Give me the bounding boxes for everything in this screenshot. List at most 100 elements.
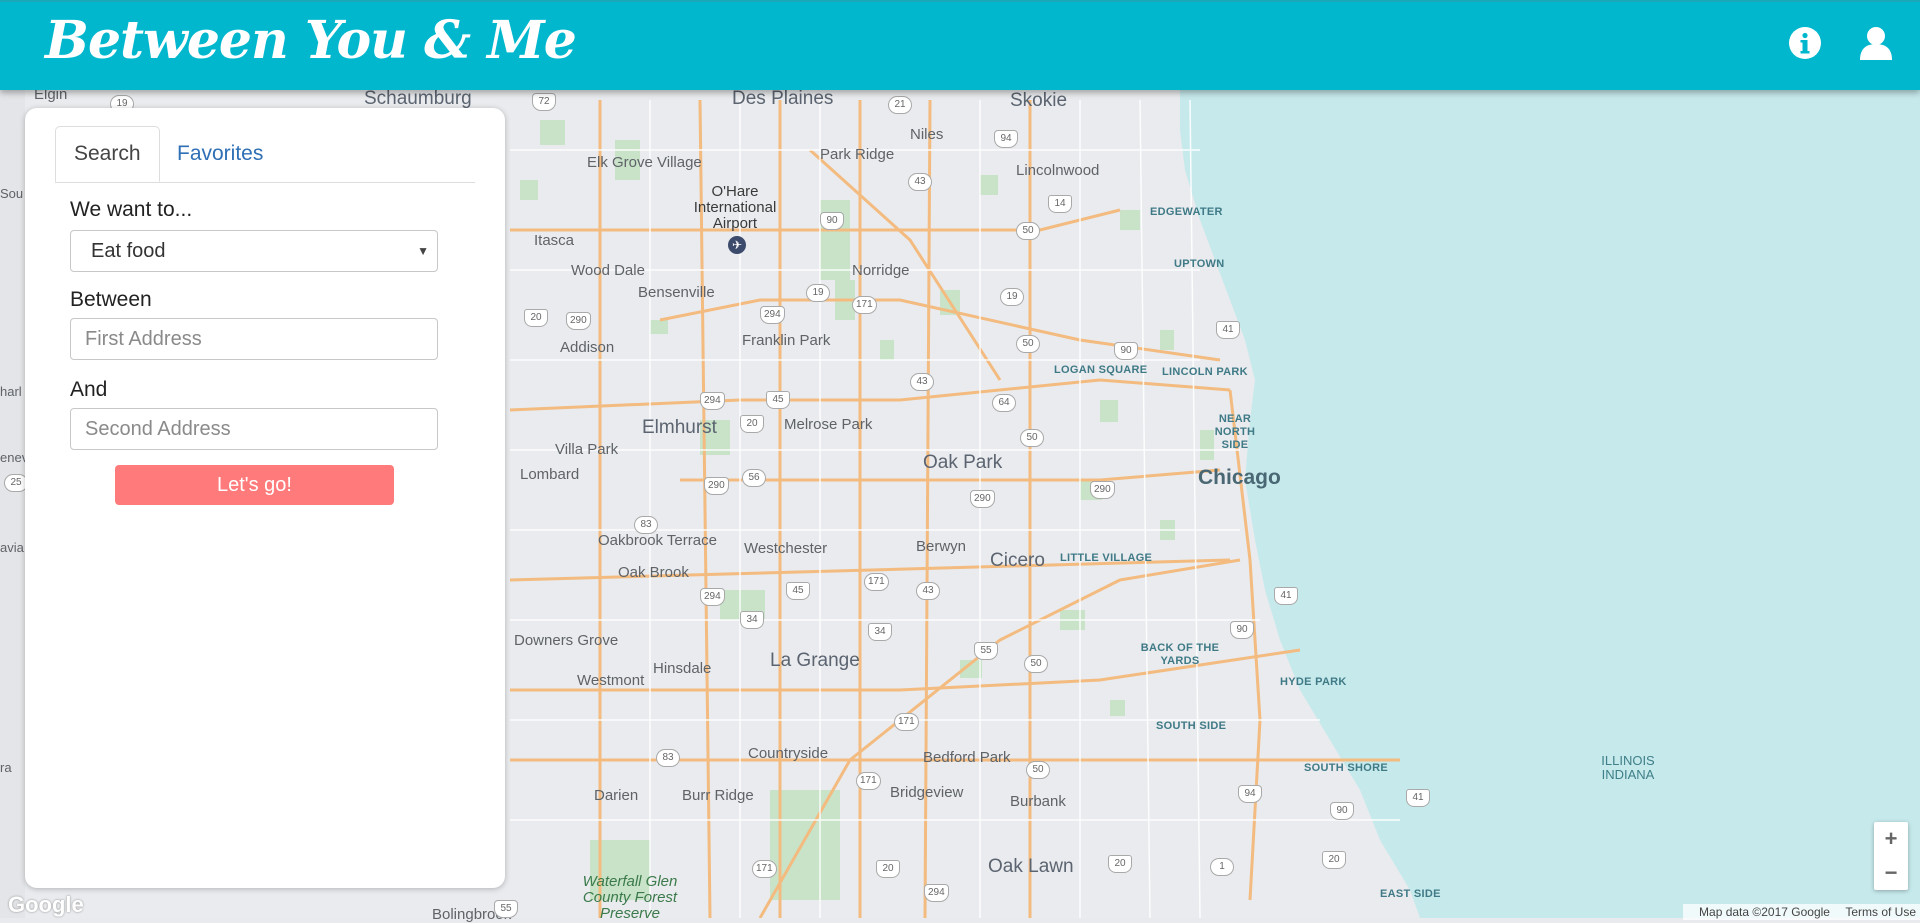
user-icon[interactable] xyxy=(1857,24,1895,62)
route-shield: 171 xyxy=(852,296,877,314)
route-shield: 94 xyxy=(1238,785,1262,803)
route-shield: 20 xyxy=(1108,855,1132,873)
place-label: Westchester xyxy=(744,540,828,557)
info-circle-icon[interactable] xyxy=(1786,24,1824,62)
route-shield: 55 xyxy=(974,642,998,660)
place-label-partial: harl xyxy=(0,384,22,399)
district-label: EAST SIDE xyxy=(1380,888,1441,900)
place-label: Westmont xyxy=(577,672,645,689)
route-shield: 20 xyxy=(876,860,900,878)
place-label: Norridge xyxy=(852,262,910,279)
route-shield: 50 xyxy=(1020,429,1044,447)
place-label: Hinsdale xyxy=(653,660,712,677)
chevron-down-icon: ▼ xyxy=(417,244,429,258)
search-panel: Search Favorites We want to... Eat food … xyxy=(25,108,505,888)
route-shield: 50 xyxy=(1016,335,1040,353)
tab-favorites[interactable]: Favorites xyxy=(159,126,281,182)
zoom-in-button[interactable]: + xyxy=(1874,822,1908,856)
place-label-partial: avia xyxy=(0,540,24,555)
terms-link[interactable]: Terms of Use xyxy=(1845,905,1916,919)
place-label-partial: Sou xyxy=(0,186,24,201)
second-address-input[interactable] xyxy=(70,408,438,450)
place-label: Villa Park xyxy=(555,441,619,458)
route-shield: 50 xyxy=(1026,761,1050,779)
activity-select-value: Eat food xyxy=(91,240,166,262)
place-label: La Grange xyxy=(770,650,860,671)
place-label: Bensenville xyxy=(638,284,715,301)
place-label: Lombard xyxy=(520,466,580,483)
route-shield: 34 xyxy=(740,611,764,629)
route-shield: 171 xyxy=(864,573,889,591)
route-shield: 50 xyxy=(1016,222,1040,240)
place-label: Wood Dale xyxy=(571,262,645,279)
district-label: HYDE PARK xyxy=(1280,676,1347,688)
place-label: Franklin Park xyxy=(742,332,831,349)
between-label: Between xyxy=(70,288,152,311)
place-label: Countryside xyxy=(748,745,829,762)
place-label: Park Ridge xyxy=(820,146,895,163)
place-label: Itasca xyxy=(534,232,575,249)
route-shield: 294 xyxy=(700,392,725,410)
route-shield: 171 xyxy=(894,713,919,731)
route-shield: 43 xyxy=(916,582,940,600)
google-logo: Google xyxy=(8,892,84,917)
route-shield: 19 xyxy=(1000,288,1024,306)
route-shield: 55 xyxy=(494,900,518,918)
route-shield: 294 xyxy=(700,588,725,606)
route-shield: 294 xyxy=(760,306,785,324)
route-shield: 20 xyxy=(1322,851,1346,869)
route-shield: 94 xyxy=(994,130,1018,148)
route-shield: 50 xyxy=(1024,655,1048,673)
place-label: Schaumburg xyxy=(364,88,472,109)
place-label: Bedford Park xyxy=(923,749,1011,766)
route-shield: 90 xyxy=(1330,802,1354,820)
place-label: Bridgeview xyxy=(890,784,964,801)
route-shield: 83 xyxy=(634,516,658,534)
route-shield: 43 xyxy=(910,373,934,391)
district-label: NEAR NORTH SIDE xyxy=(1214,413,1256,451)
place-label: Oak Park xyxy=(923,452,1003,473)
place-label: Elmhurst xyxy=(642,417,717,438)
place-label: Burbank xyxy=(1010,793,1066,810)
and-label: And xyxy=(70,378,108,401)
place-label: Melrose Park xyxy=(784,416,873,433)
route-shield: 41 xyxy=(1406,789,1430,807)
route-shield: 19 xyxy=(806,284,830,302)
first-address-input[interactable] xyxy=(70,318,438,360)
city-label-chicago: Chicago xyxy=(1198,466,1281,489)
airport-label: O'Hare International Airport xyxy=(693,183,777,232)
place-label: Cicero xyxy=(990,550,1045,571)
route-shield: 21 xyxy=(888,96,912,114)
route-shield: 20 xyxy=(740,415,764,433)
map-data-credit: Map data ©2017 Google xyxy=(1699,905,1830,919)
route-shield: 90 xyxy=(1114,342,1138,360)
route-shield: 83 xyxy=(656,749,680,767)
place-label: Lincolnwood xyxy=(1016,162,1100,179)
route-shield: 90 xyxy=(820,212,844,230)
lets-go-button[interactable]: Let's go! xyxy=(115,465,394,505)
route-shield: 64 xyxy=(992,394,1016,412)
panel-tabs: Search Favorites xyxy=(55,126,475,183)
route-shield: 41 xyxy=(1216,321,1240,339)
route-shield: 290 xyxy=(566,312,591,330)
place-label: Niles xyxy=(910,126,944,143)
activity-select[interactable]: Eat food ▼ xyxy=(70,230,438,272)
place-label-partial: ra xyxy=(0,760,12,775)
place-label: Skokie xyxy=(1010,90,1068,111)
zoom-control: + − xyxy=(1874,822,1908,890)
park-label: Waterfall Glen County Forest Preserve xyxy=(582,873,678,922)
route-shield: 90 xyxy=(1230,621,1254,639)
route-shield: 56 xyxy=(742,469,766,487)
route-shield: 20 xyxy=(524,309,548,327)
route-shield: 34 xyxy=(868,623,892,641)
district-label: BACK OF THE YARDS xyxy=(1140,642,1220,667)
route-shield: 72 xyxy=(532,93,556,111)
route-shield: 290 xyxy=(1090,481,1115,499)
zoom-out-button[interactable]: − xyxy=(1874,856,1908,890)
place-label: Downers Grove xyxy=(514,632,619,649)
district-label: LINCOLN PARK xyxy=(1162,366,1248,378)
route-shield: 41 xyxy=(1274,587,1298,605)
brand-logo[interactable]: Between You & Me xyxy=(45,10,577,71)
tab-search[interactable]: Search xyxy=(55,126,160,182)
activity-label: We want to... xyxy=(70,198,193,221)
